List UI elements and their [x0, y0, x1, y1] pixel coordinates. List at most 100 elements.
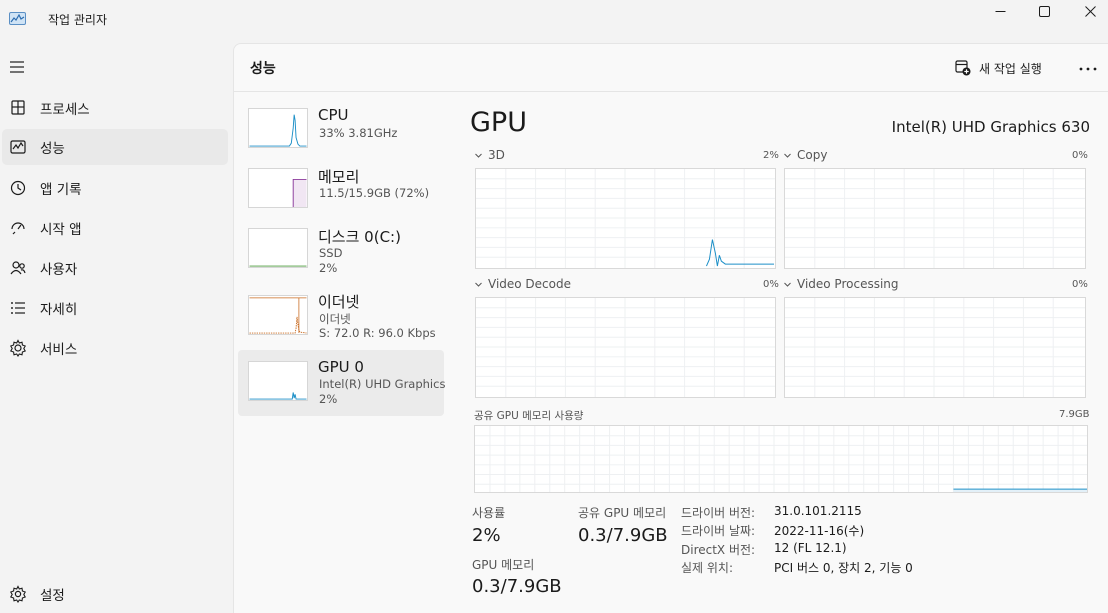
gpu-model-name: Intel(R) UHD Graphics 630	[891, 118, 1090, 136]
engine-label-video-decode: Video Decode	[488, 277, 571, 291]
utilization-value: 2%	[472, 525, 501, 546]
page-header: 성능 새 작업 실행	[234, 44, 1108, 92]
title-bar: 작업 관리자	[0, 0, 1108, 40]
main-panel: 성능 새 작업 실행 CPU 33% 3.81GHz 메모리 11.5/15.9…	[233, 43, 1108, 613]
run-new-task-button[interactable]: 새 작업 실행	[955, 57, 1042, 79]
minimize-icon	[995, 10, 1005, 12]
resource-detail: S: 72.0 R: 96.0 Kbps	[319, 326, 436, 340]
maximize-button[interactable]	[1021, 0, 1067, 22]
chevron-down-icon[interactable]	[783, 280, 792, 289]
utilization-label: 사용률	[472, 506, 506, 520]
resource-item-memory[interactable]: 메모리 11.5/15.9GB (72%)	[238, 160, 444, 226]
resource-detail: 11.5/15.9GB (72%)	[319, 186, 430, 200]
startup-apps-icon	[11, 222, 25, 235]
chevron-down-icon[interactable]	[783, 151, 792, 160]
resource-detail: 이더넷	[319, 312, 351, 326]
resource-detail: Intel(R) UHD Graphics 630	[319, 377, 445, 391]
resource-item-cpu[interactable]: CPU 33% 3.81GHz	[238, 100, 444, 166]
driver-version-label: 드라이버 버전:	[681, 506, 756, 520]
resource-item-gpu[interactable]: GPU 0 Intel(R) UHD Graphics 630 2%	[238, 350, 445, 416]
engine-pct-video-decode: 0%	[763, 279, 779, 290]
sidebar-item-performance[interactable]: 성능	[2, 129, 228, 165]
sidebar-item-users[interactable]: 사용자	[2, 250, 228, 286]
sidebar-item-label: 사용자	[40, 262, 78, 278]
sidebar-item-details[interactable]: 자세히	[2, 290, 228, 326]
sidebar-item-settings[interactable]: 설정	[2, 576, 228, 612]
engine-graph-video-processing	[784, 297, 1086, 398]
sidebar-item-label: 프로세스	[40, 102, 90, 118]
chevron-down-icon[interactable]	[474, 151, 483, 160]
driver-date-value: 2022-11-16(수)	[774, 524, 865, 538]
ethernet-mini-graph	[248, 295, 308, 335]
memory-mini-graph	[248, 168, 308, 208]
gpu-memory-value: 0.3/7.9GB	[472, 576, 562, 597]
disk-mini-graph	[248, 228, 308, 268]
close-icon	[1084, 5, 1096, 17]
resource-name: 메모리	[318, 168, 360, 186]
hamburger-menu-icon[interactable]	[9, 60, 25, 74]
more-options-icon[interactable]	[1076, 59, 1100, 77]
engine-label-video-processing: Video Processing	[797, 277, 899, 291]
sidebar-item-processes[interactable]: 프로세스	[2, 90, 228, 126]
details-icon	[11, 302, 25, 314]
resource-item-ethernet[interactable]: 이더넷 이더넷 S: 72.0 R: 96.0 Kbps	[238, 284, 444, 350]
driver-date-label: 드라이버 날짜:	[681, 524, 756, 538]
app-history-icon	[10, 180, 26, 196]
page-title: 성능	[250, 61, 276, 77]
resource-detail: 2%	[319, 392, 338, 406]
navigation-sidebar: 프로세스 성능 앱 기록 시작 앱 사용자 자세히 서비스 설정	[0, 40, 234, 613]
shared-memory-graph	[474, 425, 1088, 493]
shared-gpu-memory-value: 0.3/7.9GB	[578, 525, 668, 546]
cpu-mini-graph	[248, 108, 308, 148]
sidebar-item-label: 시작 앱	[40, 222, 82, 238]
resource-name: GPU 0	[318, 358, 364, 376]
directx-version-value: 12 (FL 12.1)	[774, 541, 847, 555]
engine-graph-video-decode	[475, 297, 776, 398]
sidebar-item-label: 앱 기록	[40, 182, 82, 198]
resource-name: 이더넷	[318, 293, 360, 311]
maximize-icon	[1038, 5, 1050, 17]
engine-pct-video-processing: 0%	[1072, 279, 1088, 290]
sidebar-item-app-history[interactable]: 앱 기록	[2, 170, 228, 206]
engine-graph-copy	[784, 168, 1086, 269]
gpu-memory-label: GPU 메모리	[472, 558, 535, 572]
sidebar-item-label: 자세히	[40, 302, 78, 318]
resource-name: CPU	[318, 106, 349, 124]
shared-memory-graph-max: 7.9GB	[1059, 409, 1090, 420]
resource-detail: 2%	[319, 261, 338, 275]
resource-detail: 33% 3.81GHz	[319, 126, 398, 140]
window-title: 작업 관리자	[48, 13, 108, 27]
gpu-mini-graph	[248, 361, 308, 401]
sidebar-item-startup-apps[interactable]: 시작 앱	[2, 210, 228, 246]
directx-version-label: DirectX 버전:	[681, 543, 756, 557]
settings-gear-icon	[10, 585, 26, 603]
close-button[interactable]	[1067, 0, 1108, 22]
processes-icon	[11, 100, 25, 115]
users-icon	[10, 261, 26, 275]
engine-pct-3d: 2%	[763, 150, 779, 161]
physical-location-label: 실제 위치:	[681, 561, 734, 575]
chevron-down-icon[interactable]	[474, 280, 483, 289]
sidebar-item-services[interactable]: 서비스	[2, 330, 228, 366]
physical-location-value: PCI 버스 0, 장치 2, 기능 0	[774, 561, 913, 575]
engine-label-copy: Copy	[797, 148, 828, 162]
minimize-button[interactable]	[977, 0, 1023, 22]
new-task-icon	[955, 60, 971, 76]
performance-icon	[10, 140, 26, 154]
engine-label-3d: 3D	[488, 148, 505, 162]
services-icon	[10, 339, 26, 357]
sidebar-item-label: 설정	[40, 588, 65, 604]
driver-version-value: 31.0.101.2115	[774, 504, 862, 518]
detail-title: GPU	[470, 107, 527, 138]
shared-gpu-memory-label: 공유 GPU 메모리	[578, 506, 667, 520]
run-new-task-label: 새 작업 실행	[979, 61, 1042, 76]
shared-memory-graph-label: 공유 GPU 메모리 사용량	[474, 410, 584, 422]
resource-name: 디스크 0(C:)	[318, 228, 401, 246]
engine-graph-3d	[475, 168, 776, 269]
resource-item-disk[interactable]: 디스크 0(C:) SSD 2%	[238, 220, 444, 286]
sidebar-item-label: 성능	[40, 141, 65, 157]
task-manager-app-icon	[9, 12, 26, 25]
sidebar-item-label: 서비스	[40, 342, 78, 358]
resource-detail: SSD	[319, 246, 343, 260]
engine-pct-copy: 0%	[1072, 150, 1088, 161]
